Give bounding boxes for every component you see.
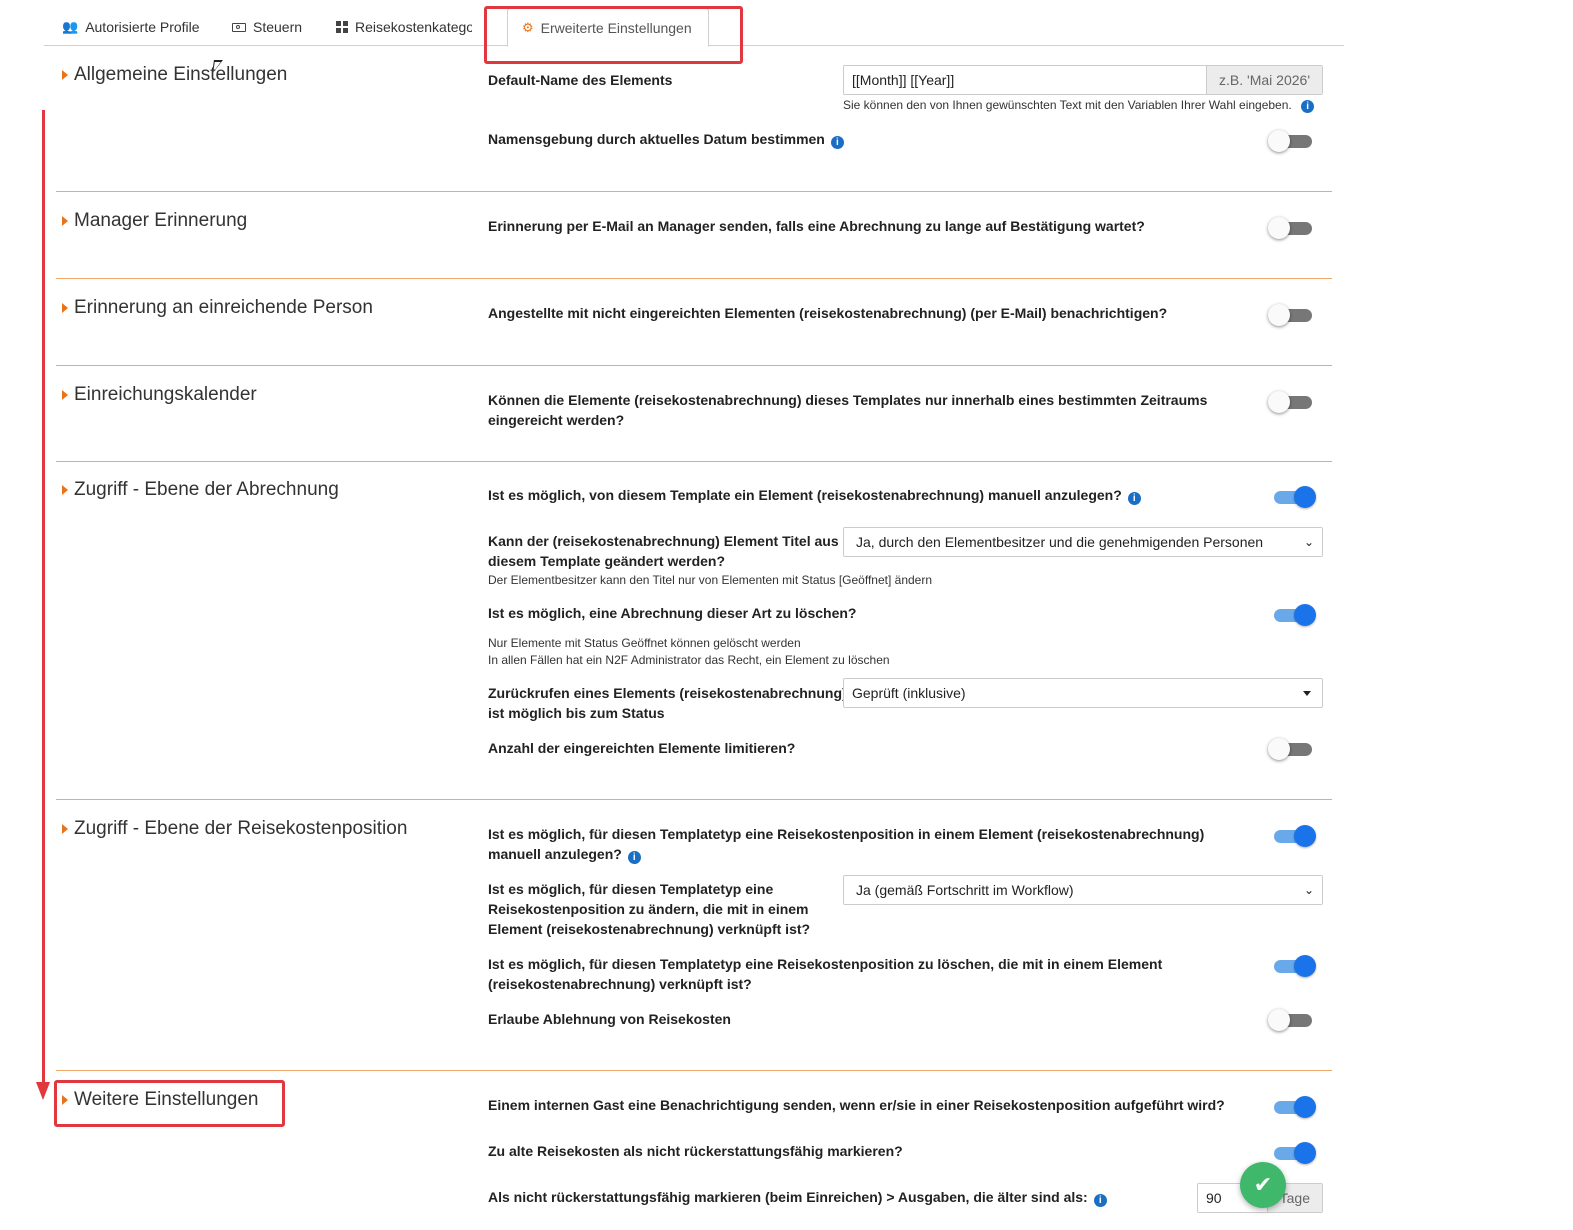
tab-label: Autorisierte Profile <box>85 19 200 35</box>
section-title-manager-reminder[interactable]: Manager Erinnerung <box>62 210 247 232</box>
users-icon: 👥 <box>62 19 79 34</box>
section-divider <box>56 799 1332 800</box>
older-than-label: Als nicht rückerstattungsfähig markieren… <box>488 1187 1107 1207</box>
caret-right-icon <box>62 1095 68 1105</box>
report-delete-toggle[interactable] <box>1270 603 1316 627</box>
report-title-change-label: Kann der (reisekostenabrechnung) Element… <box>488 533 839 569</box>
arrow-line <box>42 110 45 1088</box>
default-name-input-group: [[Month]] [[Year]] z.B. 'Mai 2026' <box>843 65 1323 95</box>
section-title-submitter-reminder[interactable]: Erinnerung an einreichende Person <box>62 297 373 319</box>
manager-reminder-toggle[interactable] <box>1268 216 1314 240</box>
tab-advanced-settings[interactable]: ⚙ Erweiterte Einstellungen <box>507 8 709 47</box>
gear-icon: ⚙ <box>522 19 534 35</box>
section-title-submission-calendar[interactable]: Einreichungskalender <box>62 384 257 406</box>
report-recall-label: Zurückrufen eines Elements (reisekostena… <box>488 685 847 721</box>
caret-right-icon <box>62 70 68 80</box>
caret-right-icon <box>62 824 68 834</box>
old-expenses-toggle[interactable] <box>1270 1141 1316 1165</box>
chevron-down-icon: ⌄ <box>1303 535 1314 549</box>
submitter-reminder-label: Angestellte mit nicht eingereichten Elem… <box>488 305 1168 321</box>
caret-right-icon <box>62 303 68 313</box>
expense-manual-create-toggle[interactable] <box>1270 824 1316 848</box>
chevron-down-icon: ⌄ <box>1303 883 1314 897</box>
tab-label: Erweiterte Einstellungen <box>540 19 692 36</box>
tab-label: Reisekostenkategorie <box>355 19 472 35</box>
manager-reminder-label: Erinnerung per E-Mail an Manager senden,… <box>488 218 1145 234</box>
section-title-expense-access[interactable]: Zugriff - Ebene der Reisekostenposition <box>62 818 407 840</box>
section-divider <box>56 191 1332 192</box>
info-icon[interactable]: i <box>1127 492 1141 505</box>
expense-manual-create-label: Ist es möglich, für diesen Templatetyp e… <box>488 826 1205 864</box>
expense-reject-label: Erlaube Ablehnung von Reisekosten <box>488 1011 731 1027</box>
report-manual-create-toggle[interactable] <box>1270 485 1316 509</box>
report-delete-hint: Nur Elemente mit Status Geöffnet können … <box>488 636 890 667</box>
section-title-further-settings[interactable]: Weitere Einstellungen <box>62 1089 258 1111</box>
info-icon[interactable]: i <box>1301 100 1315 113</box>
report-title-change-select[interactable]: Ja, durch den Elementbesitzer und die ge… <box>843 527 1323 557</box>
section-divider <box>56 365 1332 366</box>
money-icon <box>232 22 246 32</box>
section-title-report-access[interactable]: Zugriff - Ebene der Abrechnung <box>62 479 339 501</box>
submission-calendar-toggle[interactable] <box>1268 390 1314 414</box>
info-icon[interactable]: i <box>830 136 844 149</box>
grid-icon <box>336 21 348 33</box>
caret-right-icon <box>62 485 68 495</box>
expense-delete-label: Ist es möglich, für diesen Templatetyp e… <box>488 956 1163 992</box>
report-manual-create-label: Ist es möglich, von diesem Template ein … <box>488 485 1141 505</box>
arrow-head-icon <box>36 1082 50 1100</box>
tab-authorized-profiles[interactable]: 👥 Autorisierte Profile <box>48 8 214 46</box>
expense-edit-select[interactable]: Ja (gemäß Fortschritt im Workflow) ⌄ <box>843 875 1323 905</box>
expense-delete-toggle[interactable] <box>1270 954 1316 978</box>
section-title-general[interactable]: Allgemeine Einstellungen <box>62 64 287 86</box>
guest-notify-label: Einem internen Gast eine Benachrichtigun… <box>488 1097 1225 1113</box>
old-expenses-label: Zu alte Reisekosten als nicht rückerstat… <box>488 1143 903 1159</box>
tab-expense-categories[interactable]: Reisekostenkategorie <box>322 8 472 46</box>
report-limit-toggle[interactable] <box>1268 737 1314 761</box>
default-name-label: Default-Name des Elements <box>488 72 673 88</box>
guest-notify-toggle[interactable] <box>1270 1095 1316 1119</box>
default-name-input[interactable]: [[Month]] [[Year]] <box>844 66 1206 94</box>
tab-taxes[interactable]: Steuern <box>218 8 316 46</box>
naming-by-date-label: Namensgebung durch aktuelles Datum besti… <box>488 129 844 149</box>
save-check-button[interactable]: ✔ <box>1240 1162 1286 1208</box>
report-limit-label: Anzahl der eingereichten Elemente limiti… <box>488 740 796 756</box>
section-divider <box>56 461 1332 462</box>
caret-down-icon <box>1303 691 1311 696</box>
caret-right-icon <box>62 216 68 226</box>
report-title-change-hint: Der Elementbesitzer kann den Titel nur v… <box>488 573 933 587</box>
section-divider <box>56 278 1332 279</box>
report-recall-select[interactable]: Geprüft (inklusive) <box>843 678 1323 708</box>
submitter-reminder-toggle[interactable] <box>1268 303 1314 327</box>
tab-bar: 👥 Autorisierte Profile Steuern Reisekost… <box>44 0 1344 47</box>
info-icon[interactable]: i <box>627 851 641 864</box>
caret-right-icon <box>62 390 68 400</box>
default-name-example: z.B. 'Mai 2026' <box>1206 66 1322 94</box>
check-icon: ✔ <box>1253 1172 1273 1197</box>
expense-reject-toggle[interactable] <box>1268 1008 1314 1032</box>
default-name-hint: Sie können den von Ihnen gewünschten Tex… <box>843 97 1315 114</box>
info-icon[interactable]: i <box>1093 1194 1107 1207</box>
submission-calendar-label: Können die Elemente (reisekostenabrechnu… <box>488 392 1208 428</box>
section-divider <box>56 1070 1332 1071</box>
tab-label: Steuern <box>253 19 303 35</box>
expense-edit-label: Ist es möglich, für diesen Templatetyp e… <box>488 881 811 937</box>
naming-by-date-toggle[interactable] <box>1268 129 1314 153</box>
report-delete-label: Ist es möglich, eine Abrechnung dieser A… <box>488 605 857 621</box>
